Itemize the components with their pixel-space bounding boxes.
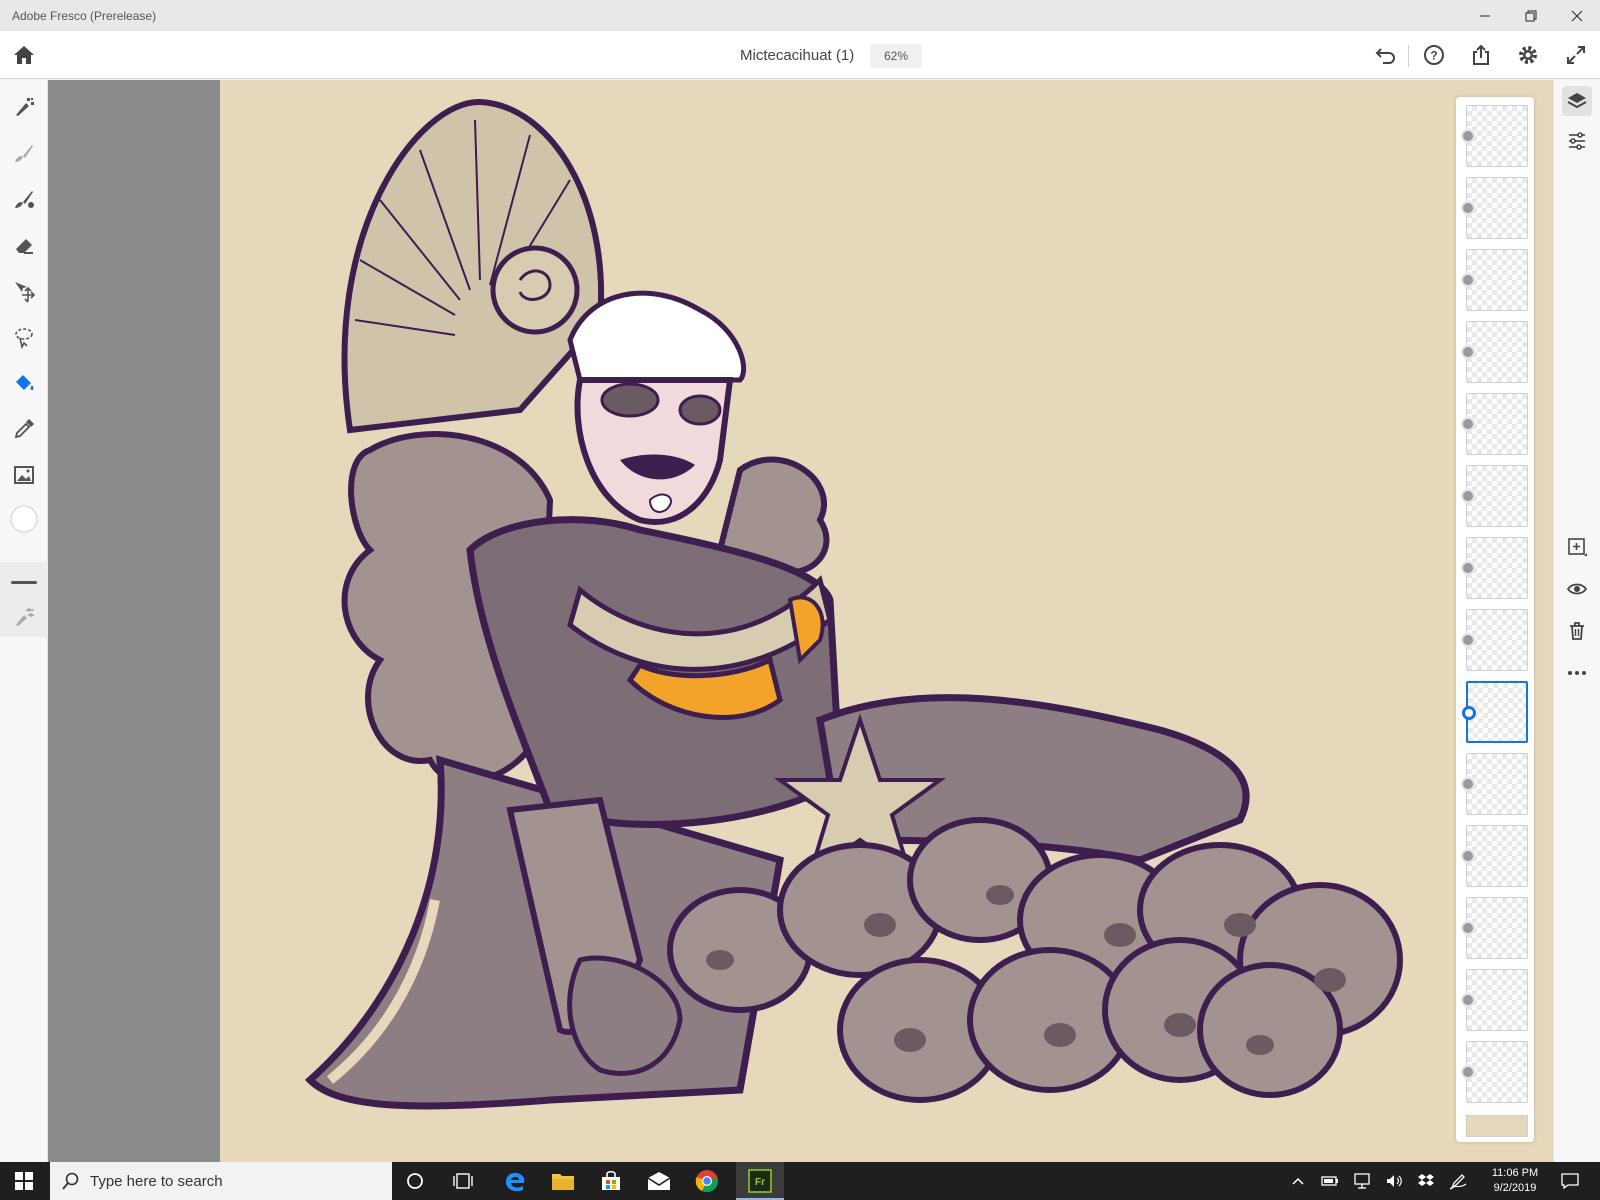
search-icon <box>62 1172 79 1190</box>
window-titlebar: Adobe Fresco (Prerelease) <box>0 0 1600 31</box>
layer-thumbnail[interactable] <box>1461 249 1528 311</box>
trash-icon[interactable] <box>1562 616 1592 646</box>
layer-thumbnail[interactable] <box>1461 465 1528 527</box>
minimize-icon[interactable] <box>1462 0 1508 31</box>
layer-thumbnail[interactable] <box>1461 825 1528 887</box>
adobe-fresco-icon[interactable]: Fr <box>745 1166 775 1196</box>
layers-icon[interactable] <box>1562 86 1592 116</box>
windows-start-icon[interactable] <box>0 1162 48 1200</box>
layer-thumbnail[interactable] <box>1461 609 1528 671</box>
layer-thumbnail[interactable] <box>1461 105 1528 167</box>
image-icon[interactable] <box>9 460 39 490</box>
layer-select-dot[interactable] <box>1461 129 1475 143</box>
close-icon[interactable] <box>1554 0 1600 31</box>
network-icon[interactable] <box>1352 1171 1372 1191</box>
layers-panel <box>1456 97 1534 1142</box>
lasso-icon[interactable] <box>9 322 39 352</box>
layer-select-dot[interactable] <box>1461 849 1475 863</box>
clock-date: 9/2/2019 <box>1493 1182 1537 1194</box>
layer-select-dot[interactable] <box>1461 633 1475 647</box>
chevron-up-icon[interactable] <box>1288 1171 1308 1191</box>
layer-select-dot[interactable] <box>1461 273 1475 287</box>
store-icon[interactable] <box>596 1166 626 1196</box>
volume-icon[interactable] <box>1384 1171 1404 1191</box>
share-icon[interactable] <box>1467 41 1495 69</box>
battery-icon[interactable] <box>1320 1171 1340 1191</box>
taskbar-clock[interactable]: 11:06 PM 9/2/2019 <box>1484 1166 1546 1196</box>
layer-select-dot[interactable] <box>1461 1065 1475 1079</box>
fullscreen-icon[interactable] <box>1562 41 1590 69</box>
background-layer[interactable] <box>1466 1115 1528 1137</box>
layer-thumbnail[interactable] <box>1461 1041 1528 1103</box>
document-title[interactable]: Mictecacihuat (1) <box>740 47 854 64</box>
eye-icon[interactable] <box>1562 574 1592 604</box>
right-panel-strip <box>1553 80 1600 1162</box>
transform-icon[interactable] <box>9 276 39 306</box>
eraser-icon[interactable] <box>9 230 39 260</box>
app-header: Mictecacihuat (1) 62% ? <box>0 31 1600 79</box>
edge-icon[interactable] <box>500 1166 530 1196</box>
tool-sidebar <box>0 80 48 1162</box>
zoom-level[interactable]: 62% <box>870 44 922 68</box>
pixel-brush-icon[interactable] <box>9 92 39 122</box>
layer-select-dot[interactable] <box>1461 993 1475 1007</box>
eyedropper-icon[interactable] <box>9 414 39 444</box>
layer-select-dot[interactable] <box>1461 417 1475 431</box>
add-layer-icon[interactable] <box>1562 532 1592 562</box>
layer-thumbnail[interactable] <box>1461 177 1528 239</box>
brush-settings-icon[interactable] <box>9 602 39 632</box>
layer-select-dot[interactable] <box>1461 489 1475 503</box>
layer-select-dot[interactable] <box>1461 777 1475 791</box>
layer-thumbnail[interactable] <box>1461 321 1528 383</box>
canvas-workspace[interactable] <box>48 80 1555 1162</box>
help-icon[interactable]: ? <box>1420 41 1448 69</box>
layer-thumbnail[interactable] <box>1461 897 1528 959</box>
color-swatch[interactable] <box>9 504 39 534</box>
notification-icon[interactable] <box>1560 1171 1580 1191</box>
brush-size-slider[interactable] <box>9 568 39 598</box>
pen-workspace-icon[interactable] <box>1448 1171 1468 1191</box>
mail-icon[interactable] <box>644 1166 674 1196</box>
task-view-icon[interactable] <box>448 1166 478 1196</box>
chrome-icon[interactable] <box>692 1166 722 1196</box>
svg-text:?: ? <box>1430 49 1437 63</box>
clock-time: 11:06 PM <box>1491 1167 1539 1179</box>
layer-select-dot[interactable] <box>1461 561 1475 575</box>
gear-icon[interactable] <box>1514 41 1542 69</box>
svg-text:Fr: Fr <box>755 1177 765 1188</box>
restore-icon[interactable] <box>1508 0 1554 31</box>
undo-icon[interactable] <box>1372 41 1400 69</box>
layer-thumbnail[interactable] <box>1461 753 1528 815</box>
vector-brush-icon[interactable] <box>9 184 39 214</box>
artwork-illustration <box>304 98 1403 1110</box>
layer-thumbnail[interactable] <box>1461 969 1528 1031</box>
layer-select-dot[interactable] <box>1461 201 1475 215</box>
file-explorer-icon[interactable] <box>548 1166 578 1196</box>
layer-properties-icon[interactable] <box>1562 126 1592 156</box>
cortana-icon[interactable] <box>400 1166 430 1196</box>
fill-icon[interactable] <box>9 368 39 398</box>
more-options-icon[interactable] <box>1562 658 1592 688</box>
search-placeholder: Type here to search <box>90 1172 223 1190</box>
layer-select-dot[interactable] <box>1461 921 1475 935</box>
header-divider <box>1408 45 1409 67</box>
layer-thumbnail[interactable] <box>1461 537 1528 599</box>
layer-select-dot[interactable] <box>1461 345 1475 359</box>
layer-thumbnail-selected[interactable] <box>1462 681 1528 743</box>
dropbox-icon[interactable] <box>1416 1171 1436 1191</box>
drawing-canvas[interactable] <box>220 80 1555 1162</box>
layer-select-dot[interactable] <box>1462 706 1476 720</box>
windows-taskbar: Type here to search Fr 11:06 PM 9/2/2019 <box>0 1162 1600 1200</box>
live-brush-icon[interactable] <box>9 138 39 168</box>
home-icon[interactable] <box>10 41 38 69</box>
layer-thumbnail[interactable] <box>1461 393 1528 455</box>
window-title: Adobe Fresco (Prerelease) <box>12 8 157 23</box>
taskbar-search-box[interactable]: Type here to search <box>50 1162 392 1200</box>
